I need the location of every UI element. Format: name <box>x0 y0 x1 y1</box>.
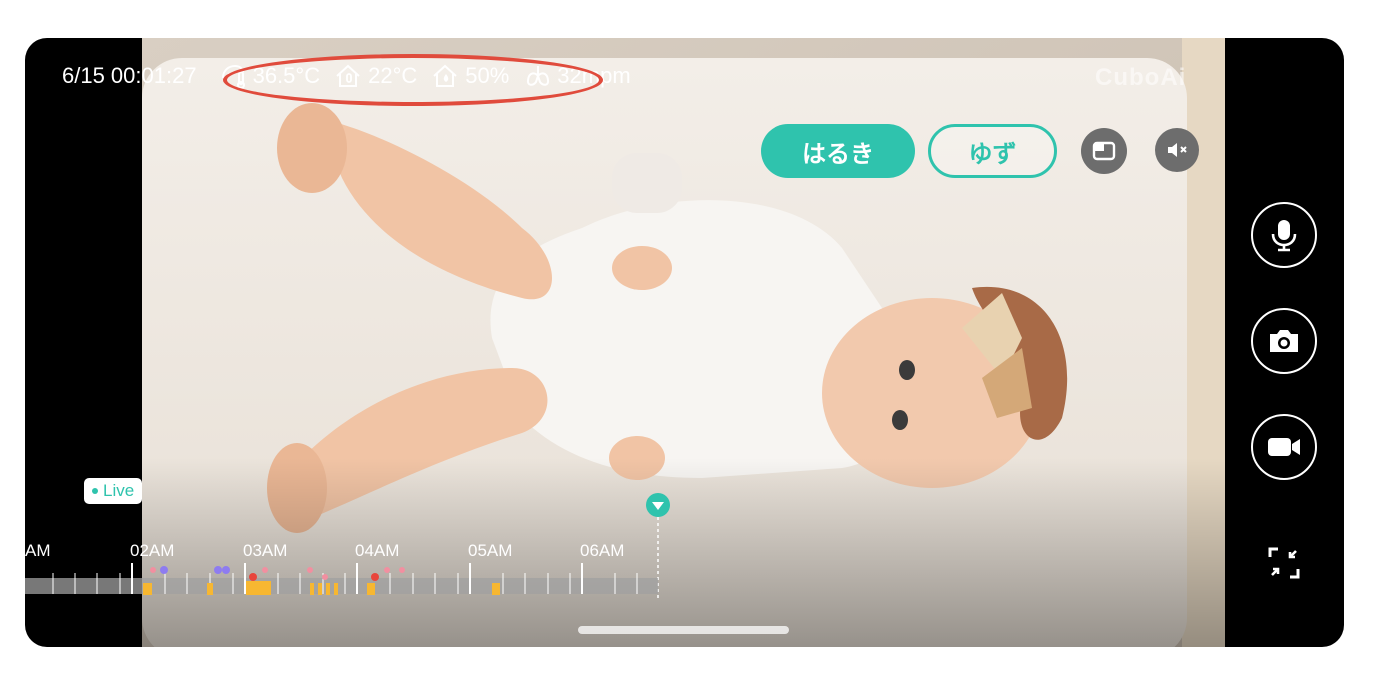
timeline-label-06am: 06AM <box>580 541 624 560</box>
timeline-label-05am: 05AM <box>468 541 512 560</box>
pip-button[interactable] <box>1081 128 1127 174</box>
event-timeline[interactable]: AM 02AM 03AM 04AM 05AM 06AM <box>25 493 685 613</box>
datetime: 6/15 00:01:27 <box>62 63 197 88</box>
camera-icon <box>1270 330 1298 352</box>
brand-logo: CuboAi <box>1095 64 1187 91</box>
profile-tab-haruki[interactable]: はるき <box>761 124 915 178</box>
pip-icon <box>1092 141 1116 161</box>
microphone-button[interactable] <box>1251 202 1317 268</box>
microphone-icon <box>1271 220 1297 252</box>
camera-view: 6/15 00:01:27 36.5°C 22°C 50% 32mpm Cubo… <box>25 38 1344 647</box>
profile-tab-yuzu[interactable]: ゆず <box>928 124 1057 178</box>
timeline-label-04am: 04AM <box>355 541 399 560</box>
timeline-label-am: AM <box>25 541 51 560</box>
highlight-circle <box>223 54 603 106</box>
record-button[interactable] <box>1251 414 1317 480</box>
timeline-label-03am: 03AM <box>243 541 287 560</box>
home-indicator[interactable] <box>578 626 789 634</box>
speaker-muted-icon <box>1168 143 1187 157</box>
collapse-icon <box>1268 547 1300 579</box>
exit-fullscreen-button[interactable] <box>1267 546 1301 580</box>
snapshot-button[interactable] <box>1251 308 1317 374</box>
video-camera-icon <box>1268 438 1300 456</box>
mute-button[interactable] <box>1155 128 1199 172</box>
timeline-label-02am: 02AM <box>130 541 174 560</box>
